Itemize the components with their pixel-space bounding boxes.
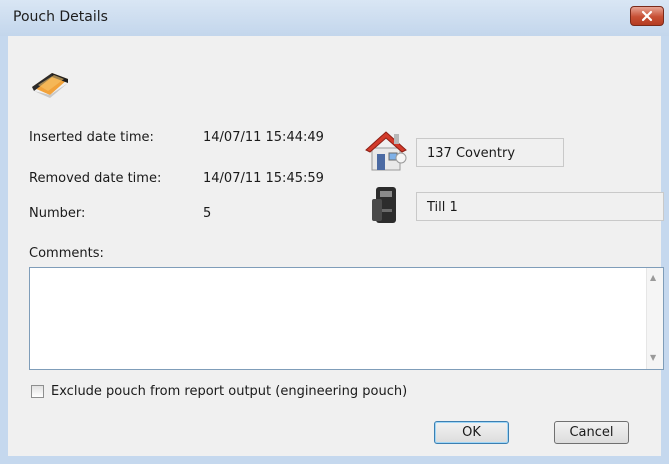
inserted-date-label: Inserted date time: bbox=[29, 130, 154, 145]
comments-label: Comments: bbox=[29, 246, 104, 261]
comments-textarea[interactable]: ▲ ▼ bbox=[29, 267, 664, 370]
scroll-down-arrow-icon[interactable]: ▼ bbox=[650, 353, 656, 362]
exclude-pouch-label[interactable]: Exclude pouch from report output (engine… bbox=[51, 384, 407, 399]
house-icon bbox=[365, 131, 407, 171]
removed-date-label: Removed date time: bbox=[29, 171, 162, 186]
till-field: Till 1 bbox=[416, 192, 664, 221]
title-bar[interactable]: Pouch Details bbox=[0, 0, 669, 36]
dialog-body: Inserted date time: 14/07/11 15:44:49 Re… bbox=[8, 36, 664, 456]
inserted-date-value: 14/07/11 15:44:49 bbox=[203, 130, 324, 145]
pouch-details-dialog: Pouch Details Inserted date time: 14/07/… bbox=[0, 0, 669, 464]
comments-scrollbar[interactable]: ▲ ▼ bbox=[646, 268, 663, 369]
till-icon bbox=[372, 187, 396, 223]
number-label: Number: bbox=[29, 206, 86, 221]
cancel-button[interactable]: Cancel bbox=[554, 421, 629, 444]
scroll-up-arrow-icon[interactable]: ▲ bbox=[650, 273, 656, 282]
removed-date-value: 14/07/11 15:45:59 bbox=[203, 171, 324, 186]
window-title: Pouch Details bbox=[13, 9, 108, 25]
close-button[interactable] bbox=[630, 6, 664, 26]
pouch-icon bbox=[32, 73, 68, 98]
exclude-pouch-checkbox[interactable] bbox=[31, 385, 44, 398]
site-field: 137 Coventry bbox=[416, 138, 564, 167]
number-value: 5 bbox=[203, 206, 212, 221]
ok-button[interactable]: OK bbox=[434, 421, 509, 444]
close-icon bbox=[641, 10, 653, 22]
